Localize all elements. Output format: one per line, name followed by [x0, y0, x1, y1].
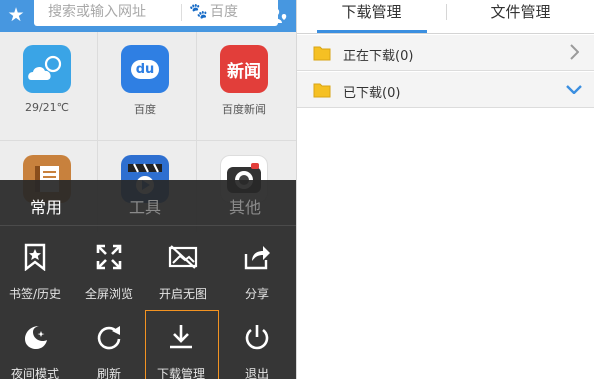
folder-label: 已下载(0) [343, 86, 401, 101]
active-tab-indicator [317, 30, 427, 33]
menu-item-bookmarks-history[interactable]: 书签/历史 [0, 231, 74, 307]
news-icon: 新闻 [220, 45, 268, 93]
app-label: 29/21℃ [24, 101, 70, 114]
menu-tab-other[interactable]: 其他 [196, 194, 294, 218]
download-icon [146, 321, 216, 353]
menu-item-share[interactable]: 分享 [222, 231, 296, 307]
news-glyph: 新闻 [227, 61, 261, 82]
tab-file-manager[interactable]: 文件管理 [446, 0, 594, 34]
menu-item-exit[interactable]: 退出 [222, 311, 296, 379]
app-weather[interactable]: 29/21℃ [0, 32, 98, 142]
browser-top-bar: ★ 搜索或输入网址 🐾 百度 [0, 0, 296, 32]
folder-row-downloaded[interactable]: 已下载(0) [297, 72, 594, 108]
menu-item-label: 全屏浏览 [84, 287, 133, 301]
menu-item-download-manager[interactable]: 下载管理 [145, 310, 219, 379]
chevron-right-icon[interactable] [565, 42, 583, 62]
search-input[interactable]: 搜索或输入网址 [48, 3, 146, 21]
baidu-glyph: du [130, 59, 160, 79]
menu-item-refresh[interactable]: 刷新 [74, 311, 148, 379]
search-box[interactable]: 搜索或输入网址 🐾 百度 [34, 0, 278, 26]
menu-item-label: 刷新 [96, 367, 121, 379]
search-engine-label[interactable]: 百度 [210, 3, 238, 21]
menu-divider [0, 225, 296, 226]
menu-item-night-mode[interactable]: 夜间模式 [0, 311, 74, 379]
menu-tab-common[interactable]: 常用 [0, 194, 95, 218]
menu-item-label: 夜间模式 [10, 367, 59, 379]
menu-item-fullscreen[interactable]: 全屏浏览 [74, 231, 148, 307]
baidu-icon: du [121, 45, 169, 93]
download-manager-tabs: 下载管理 文件管理 [297, 0, 594, 34]
power-icon [222, 321, 292, 353]
search-divider [181, 4, 182, 21]
tab-download-manager[interactable]: 下载管理 [297, 0, 446, 34]
menu-tab-tools[interactable]: 工具 [96, 194, 194, 218]
tab-divider [446, 4, 447, 20]
menu-item-no-image[interactable]: 开启无图 [148, 231, 222, 307]
folder-icon [313, 46, 331, 61]
download-manager-panel: 下载管理 文件管理 正在下载(0) 已下载(0) [296, 0, 594, 379]
weather-icon [23, 45, 71, 93]
fullscreen-icon [74, 241, 144, 273]
bookmark-star-icon[interactable]: ★ [0, 0, 32, 30]
app-label: 百度 [134, 103, 156, 116]
paw-icon[interactable]: 🐾 [189, 2, 208, 20]
chevron-down-icon[interactable] [565, 79, 583, 99]
refresh-icon [74, 321, 144, 353]
folder-icon [313, 83, 331, 98]
menu-tabs: 常用 工具 其他 [0, 180, 296, 225]
folder-label: 正在下载(0) [343, 49, 414, 64]
app-baidu[interactable]: du 百度 [98, 32, 196, 142]
folder-row-downloading[interactable]: 正在下载(0) [297, 35, 594, 71]
menu-item-label: 退出 [244, 367, 269, 379]
app-label: 百度新闻 [222, 103, 266, 116]
no-image-icon [148, 241, 218, 273]
user-profile-icon[interactable] [262, 0, 294, 30]
browser-menu: 常用 工具 其他 书签/历史 全屏浏览 开启无图 分享 夜间模式 刷新 下载管理… [0, 180, 296, 379]
share-icon [222, 241, 292, 273]
menu-item-label: 书签/历史 [8, 287, 62, 301]
menu-item-label: 下载管理 [156, 367, 205, 379]
menu-item-label: 开启无图 [158, 287, 207, 301]
bookmark-icon [0, 241, 70, 273]
night-mode-icon [0, 321, 70, 353]
app-baidu-news[interactable]: 新闻 百度新闻 [197, 32, 295, 142]
browser-home-panel: ★ 搜索或输入网址 🐾 百度 29/21℃ du 百度 新闻 百度新闻 常用 工… [0, 0, 296, 379]
menu-item-label: 分享 [244, 287, 269, 301]
